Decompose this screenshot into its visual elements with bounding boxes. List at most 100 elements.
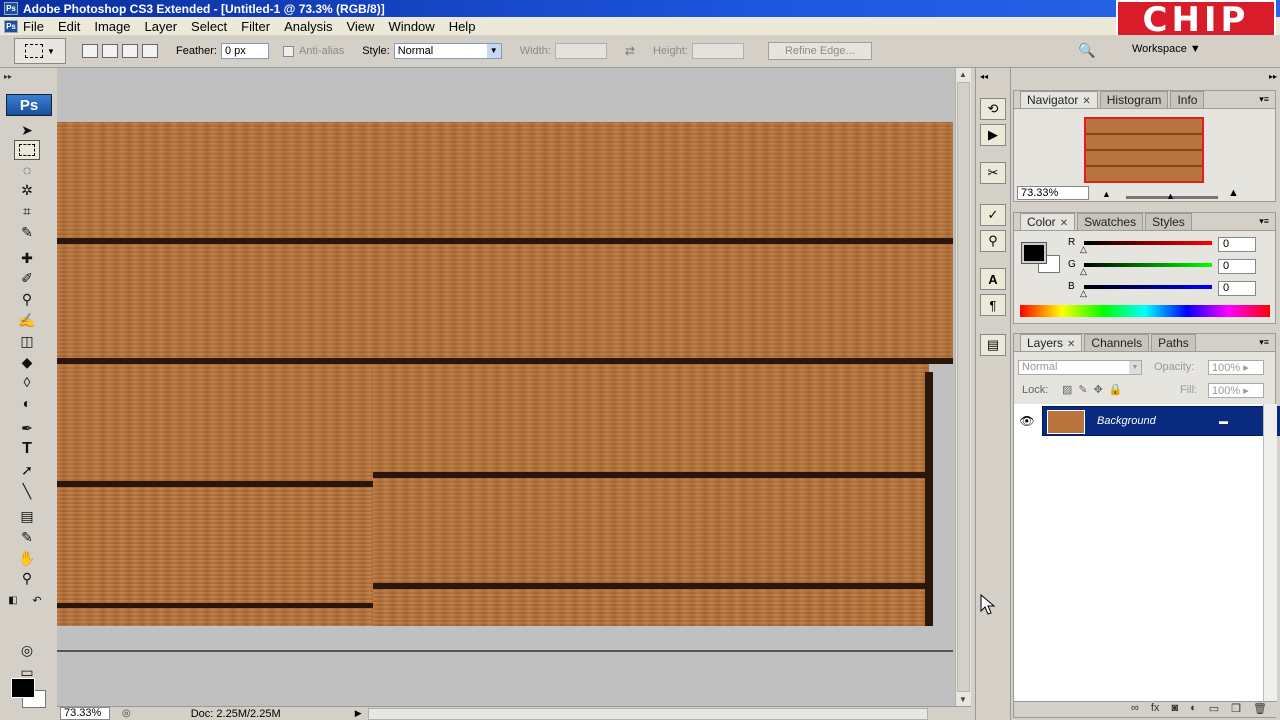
screen-mode-icon[interactable]: ▭ — [14, 662, 40, 682]
default-colors-icon[interactable]: ◧ — [4, 590, 22, 610]
brush-tool-icon[interactable]: ✐ — [14, 268, 40, 288]
zoom-field[interactable]: 73.33% — [60, 707, 110, 720]
add-mask-icon[interactable]: ◙ — [1171, 702, 1178, 717]
scroll-up-icon[interactable]: ▲ — [959, 70, 967, 79]
tab-color[interactable]: Color ✕ — [1020, 213, 1076, 230]
menu-file[interactable]: File — [23, 19, 44, 34]
panel-menu-icon[interactable]: ▾≡ — [1259, 337, 1269, 348]
blue-slider[interactable] — [1084, 285, 1212, 289]
add-selection-icon[interactable] — [102, 44, 118, 58]
tab-info[interactable]: Info — [1170, 91, 1205, 108]
healing-brush-icon[interactable]: ✚ — [14, 248, 40, 268]
panel-menu-icon[interactable]: ▾≡ — [1259, 216, 1269, 227]
document-canvas-area[interactable] — [57, 68, 955, 706]
opacity-field[interactable]: 100% ▸ — [1208, 360, 1264, 375]
actions-panel-icon[interactable]: ▶ — [980, 124, 1006, 146]
panel-menu-icon[interactable]: ▾≡ — [1259, 94, 1269, 105]
marquee-tool-icon[interactable] — [14, 140, 40, 160]
eyedropper-icon[interactable]: ✎ — [14, 527, 40, 547]
slider-knob-icon[interactable]: △ — [1080, 266, 1087, 277]
close-icon[interactable]: ✕ — [1060, 218, 1068, 229]
brushes-panel-icon[interactable]: ✓ — [980, 204, 1006, 226]
lock-all-icon[interactable]: 🔒 — [1109, 383, 1123, 396]
move-tool-icon[interactable]: ➤ — [14, 120, 40, 140]
adjustment-layer-icon[interactable]: ◐ — [1190, 702, 1197, 717]
menu-window[interactable]: Window — [388, 19, 434, 34]
slider-knob-icon[interactable]: ▲ — [1166, 191, 1175, 201]
menu-edit[interactable]: Edit — [58, 19, 80, 34]
layer-style-icon[interactable]: fx — [1151, 702, 1160, 717]
history-brush-icon[interactable]: ✍ — [14, 310, 40, 330]
pen-tool-icon[interactable]: ✒ — [14, 418, 40, 438]
eraser-tool-icon[interactable]: ◫ — [14, 331, 40, 351]
delete-layer-icon[interactable]: 🗑 — [1253, 702, 1267, 717]
lock-pixels-icon[interactable]: ✎ — [1078, 383, 1087, 396]
navigator-zoom-field[interactable]: 73.33% — [1017, 186, 1089, 200]
layer-row-background[interactable]: Background ▬ — [1042, 406, 1280, 436]
vertical-scrollbar[interactable]: ▲ ▼ — [955, 68, 971, 706]
link-layers-icon[interactable]: ∞ — [1131, 702, 1139, 717]
quick-mask-icon[interactable]: ◎ — [14, 640, 40, 660]
swap-colors-icon[interactable]: ↶ — [28, 590, 46, 610]
clone-stamp-icon[interactable]: ⚲ — [14, 289, 40, 309]
tab-navigator[interactable]: Navigator ✕ — [1020, 91, 1098, 108]
hand-tool-icon[interactable]: ✋ — [14, 548, 40, 568]
magic-wand-icon[interactable]: ✲ — [14, 180, 40, 200]
dodge-tool-icon[interactable]: ◐ — [14, 393, 40, 413]
red-value[interactable]: 0 — [1218, 237, 1256, 252]
paint-bucket-icon[interactable]: ◆ — [14, 352, 40, 372]
close-icon[interactable]: ✕ — [1067, 339, 1075, 350]
eye-icon[interactable]: 👁 — [1014, 406, 1040, 436]
tool-preset-picker[interactable]: ▼ — [14, 38, 66, 64]
subtract-selection-icon[interactable] — [122, 44, 138, 58]
menu-filter[interactable]: Filter — [241, 19, 270, 34]
blue-value[interactable]: 0 — [1218, 281, 1256, 296]
ps-logo[interactable]: Ps — [6, 94, 52, 116]
dock-collapse-icon[interactable]: ◂◂ — [980, 72, 988, 81]
antialias-checkbox[interactable] — [282, 45, 294, 57]
menu-layer[interactable]: Layer — [145, 19, 178, 34]
line-tool-icon[interactable]: ╲ — [14, 481, 40, 501]
tab-paths[interactable]: Paths — [1151, 334, 1196, 351]
red-slider[interactable] — [1084, 241, 1212, 245]
menu-select[interactable]: Select — [191, 19, 227, 34]
tab-styles[interactable]: Styles — [1145, 213, 1192, 230]
lasso-tool-icon[interactable]: ◌ — [14, 160, 40, 180]
path-selection-icon[interactable]: ➚ — [14, 460, 40, 480]
foreground-color-swatch[interactable] — [1021, 242, 1047, 264]
layer-comps-icon[interactable]: ▤ — [980, 334, 1006, 356]
new-selection-icon[interactable] — [82, 44, 98, 58]
zoom-out-icon[interactable]: ▲ — [1102, 189, 1111, 199]
blur-tool-icon[interactable]: ◊ — [14, 372, 40, 392]
menu-analysis[interactable]: Analysis — [284, 19, 332, 34]
wood-planks-canvas[interactable] — [57, 122, 953, 626]
tab-histogram[interactable]: Histogram — [1099, 91, 1169, 108]
zoom-tool-icon[interactable]: ⚲ — [14, 568, 40, 588]
character-panel-icon[interactable]: A — [980, 268, 1006, 290]
status-info-icon[interactable]: ◎ — [122, 708, 131, 719]
zoom-in-icon[interactable]: ▲ — [1228, 187, 1239, 199]
new-layer-icon[interactable]: ❐ — [1231, 702, 1241, 717]
feather-input[interactable]: 0 px — [220, 43, 269, 59]
scroll-thumb[interactable] — [957, 82, 970, 692]
green-slider[interactable] — [1084, 263, 1212, 267]
notes-tool-icon[interactable]: ▤ — [14, 506, 40, 526]
lock-transparency-icon[interactable]: ▨ — [1062, 383, 1072, 396]
tab-channels[interactable]: Channels — [1084, 334, 1150, 351]
menu-view[interactable]: View — [346, 19, 374, 34]
scroll-down-icon[interactable]: ▼ — [959, 695, 967, 704]
green-value[interactable]: 0 — [1218, 259, 1256, 274]
tab-layers[interactable]: Layers ✕ — [1020, 334, 1083, 351]
clone-source-icon[interactable]: ⚲ — [980, 230, 1006, 252]
slider-knob-icon[interactable]: △ — [1080, 288, 1087, 299]
tool-presets-icon[interactable]: ✂ — [980, 162, 1006, 184]
history-panel-icon[interactable]: ⟲ — [980, 98, 1006, 120]
slice-tool-icon[interactable]: ✎ — [14, 222, 40, 242]
layers-scrollbar[interactable] — [1263, 404, 1277, 704]
status-menu-icon[interactable]: ▶ — [355, 708, 362, 719]
navigator-thumbnail[interactable] — [1084, 117, 1204, 183]
intersect-selection-icon[interactable] — [142, 44, 158, 58]
slider-knob-icon[interactable]: △ — [1080, 244, 1087, 255]
new-group-icon[interactable]: ▭ — [1209, 702, 1219, 717]
document-icon[interactable]: Ps — [4, 19, 18, 33]
